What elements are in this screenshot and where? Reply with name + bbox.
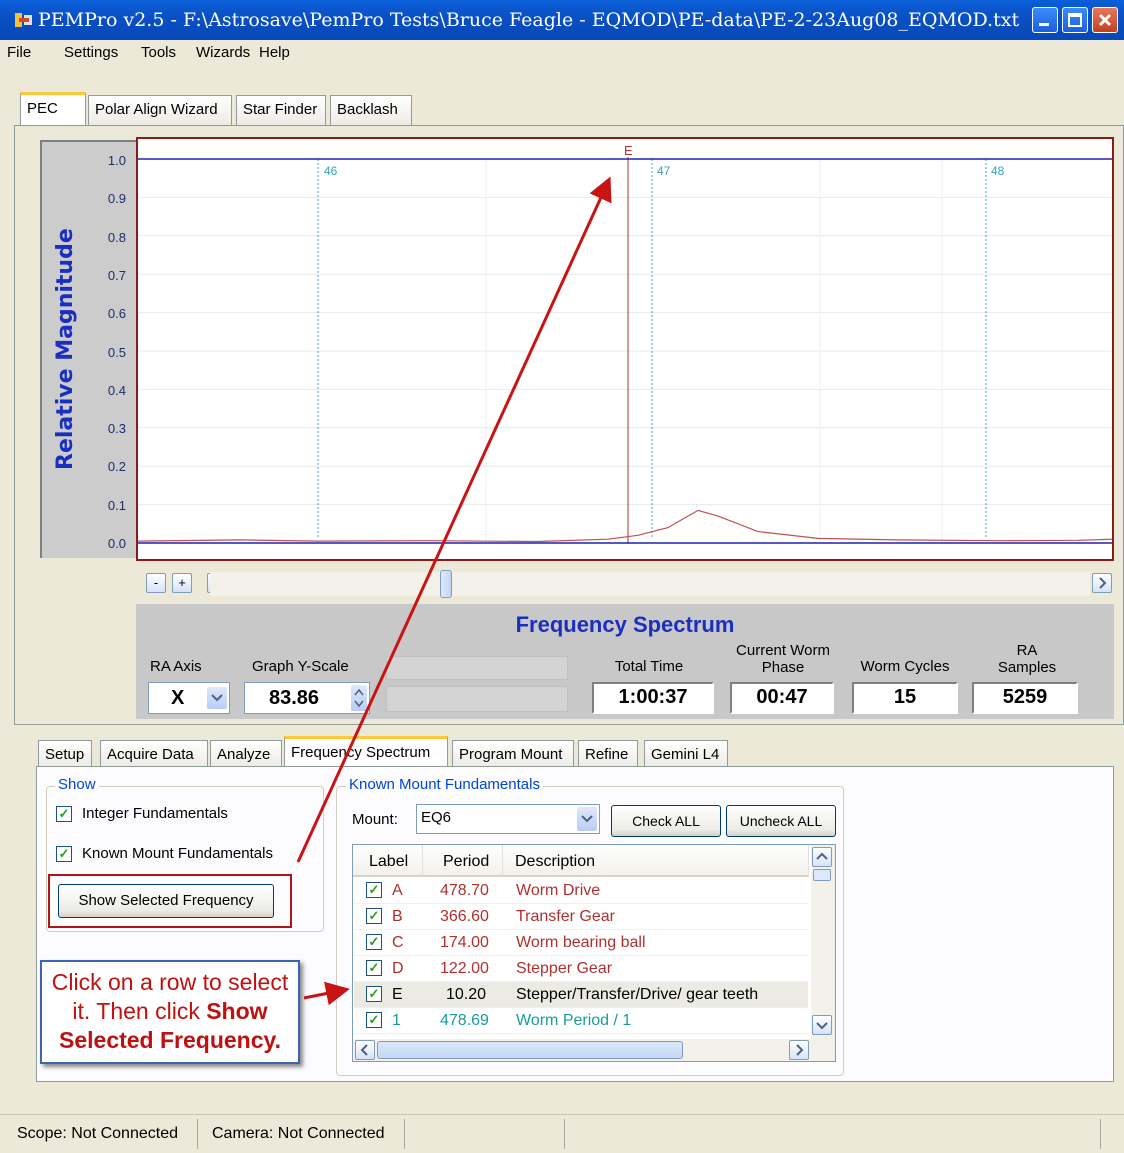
arrow-to-selected-frequency	[296, 176, 612, 863]
scope-status: Scope: Not Connected	[17, 1125, 178, 1142]
arrow-to-selected-row	[303, 981, 350, 1006]
status-bar: Scope: Not Connected Camera: Not Connect…	[0, 1114, 1124, 1153]
annotation-arrows	[296, 176, 612, 1006]
camera-status: Camera: Not Connected	[212, 1125, 385, 1142]
